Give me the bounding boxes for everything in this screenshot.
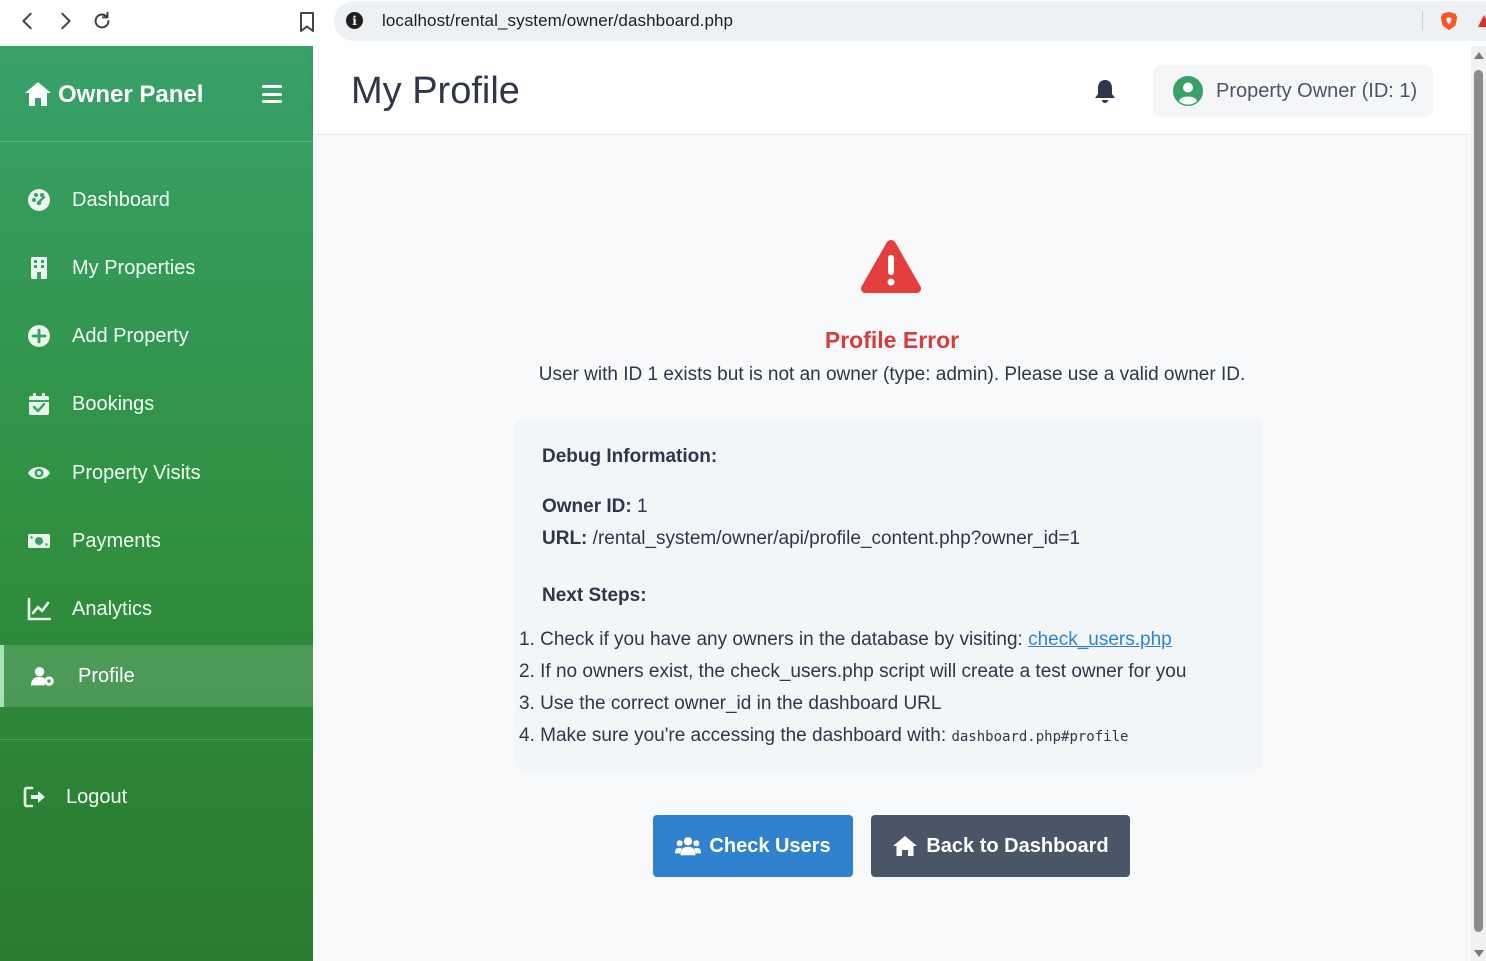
dashboard-code: dashboard.php#profile bbox=[951, 729, 1129, 745]
address-divider bbox=[1422, 11, 1423, 31]
menu-toggle-icon[interactable] bbox=[262, 85, 282, 103]
sidebar-item-label: My Properties bbox=[72, 256, 196, 279]
eye-icon bbox=[26, 461, 52, 485]
brave-shield-icon[interactable] bbox=[1438, 10, 1460, 32]
bell-icon[interactable] bbox=[1093, 78, 1117, 104]
sidebar-item-label: Analytics bbox=[72, 597, 153, 620]
sidebar-item-add-property[interactable]: Add Property bbox=[0, 305, 313, 367]
step-number: 4. bbox=[519, 725, 535, 746]
sidebar-item-profile[interactable]: Profile bbox=[0, 645, 313, 707]
sidebar-item-payments[interactable]: Payments bbox=[0, 510, 313, 572]
next-steps-heading: Next Steps: bbox=[542, 585, 647, 606]
check-users-label: Check Users bbox=[709, 834, 831, 857]
user-label: Property Owner (ID: 1) bbox=[1216, 80, 1418, 102]
error-title: Profile Error bbox=[824, 327, 960, 353]
sidebar-item-label: Dashboard bbox=[72, 188, 170, 211]
address-bar[interactable]: i localhost/rental_system/owner/dashboar… bbox=[334, 1, 1486, 41]
chevron-left-icon bbox=[22, 12, 32, 30]
sidebar-item-bookings[interactable]: Bookings bbox=[0, 373, 313, 435]
sidebar-item-label: Bookings bbox=[72, 392, 155, 415]
step-number: 3. bbox=[519, 693, 535, 714]
page-title: My Profile bbox=[351, 70, 520, 112]
back-to-dashboard-button[interactable]: Back to Dashboard bbox=[871, 815, 1130, 877]
home-icon bbox=[893, 836, 918, 856]
step-text: Check if you have any owners in the data… bbox=[540, 629, 1029, 650]
url-label: URL: bbox=[542, 528, 588, 549]
user-cog-icon bbox=[30, 664, 56, 688]
sidebar-divider bbox=[0, 739, 313, 740]
sign-out-icon bbox=[22, 785, 48, 809]
sidebar-item-label: Payments bbox=[72, 529, 161, 552]
url-text[interactable]: localhost/rental_system/owner/dashboard.… bbox=[382, 11, 733, 31]
check-users-button[interactable]: Check Users bbox=[653, 815, 853, 877]
back-to-dashboard-label: Back to Dashboard bbox=[926, 834, 1109, 857]
sidebar-item-dashboard[interactable]: Dashboard bbox=[0, 169, 313, 231]
check-users-link[interactable]: check_users.php bbox=[1028, 629, 1172, 650]
sidebar-item-label: Add Property bbox=[72, 324, 189, 347]
scroll-thumb[interactable] bbox=[1474, 70, 1483, 932]
sidebar-brand: Owner Panel bbox=[0, 46, 313, 142]
calendar-check-icon bbox=[26, 392, 52, 416]
building-icon bbox=[26, 256, 52, 280]
step-text: Make sure you're accessing the dashboard… bbox=[540, 725, 952, 746]
step-text: Use the correct owner_id in the dashboar… bbox=[540, 693, 942, 714]
chart-line-icon bbox=[26, 597, 52, 621]
palette-icon bbox=[26, 188, 52, 212]
sidebar-item-my-properties[interactable]: My Properties bbox=[0, 237, 313, 299]
debug-panel: Debug Information: Owner ID: 1 URL: /ren… bbox=[515, 420, 1263, 770]
user-menu[interactable]: Property Owner (ID: 1) bbox=[1153, 65, 1433, 117]
user-circle-icon bbox=[1173, 76, 1203, 106]
money-bill-icon bbox=[26, 529, 52, 553]
sidebar-item-label: Property Visits bbox=[72, 461, 201, 484]
url-value: /rental_system/owner/api/profile_content… bbox=[592, 528, 1081, 549]
scroll-up-icon[interactable] bbox=[1474, 52, 1484, 59]
sidebar-item-logout[interactable]: Logout bbox=[0, 766, 313, 828]
sidebar-item-label: Profile bbox=[78, 664, 135, 687]
owner-id-line: Owner ID: 1 bbox=[542, 496, 648, 518]
list-item: 3. Use the correct owner_id in the dashb… bbox=[519, 693, 941, 715]
reload-button[interactable] bbox=[89, 8, 115, 34]
url-line: URL: /rental_system/owner/api/profile_co… bbox=[542, 528, 1080, 550]
logout-label: Logout bbox=[66, 785, 128, 808]
list-item: 2. If no owners exist, the check_users.p… bbox=[519, 661, 1186, 683]
scrollbar[interactable] bbox=[1471, 46, 1486, 961]
users-icon bbox=[675, 837, 702, 856]
step-number: 2. bbox=[519, 661, 535, 682]
reload-icon bbox=[94, 11, 110, 29]
plus-circle-icon bbox=[26, 324, 52, 348]
back-button[interactable] bbox=[15, 8, 41, 34]
list-item: 1. Check if you have any owners in the d… bbox=[519, 629, 1172, 651]
browser-toolbar: i localhost/rental_system/owner/dashboar… bbox=[0, 0, 1486, 46]
scroll-down-icon[interactable] bbox=[1474, 950, 1484, 957]
main-content: Profile Error User with ID 1 exists but … bbox=[313, 135, 1471, 961]
error-message: User with ID 1 exists but is not an owne… bbox=[538, 364, 1246, 385]
chevron-right-icon bbox=[61, 12, 71, 30]
home-icon bbox=[25, 82, 51, 106]
info-icon[interactable]: i bbox=[346, 12, 363, 29]
top-header: My Profile Property Owner (ID: 1) bbox=[313, 46, 1471, 135]
sidebar-item-analytics[interactable]: Analytics bbox=[0, 578, 313, 640]
sidebar-item-property-visits[interactable]: Property Visits bbox=[0, 442, 313, 504]
debug-heading: Debug Information: bbox=[542, 446, 718, 467]
owner-id-value: 1 bbox=[637, 496, 648, 517]
rewards-icon[interactable] bbox=[1478, 15, 1486, 27]
brand-title: Owner Panel bbox=[58, 81, 204, 108]
forward-button[interactable] bbox=[52, 8, 78, 34]
warning-triangle-icon bbox=[860, 240, 922, 293]
bookmark-button[interactable] bbox=[294, 9, 320, 35]
step-number: 1. bbox=[519, 629, 535, 650]
sidebar: Owner Panel Dashboard My Properties Add … bbox=[0, 46, 313, 961]
step-text: If no owners exist, the check_users.php … bbox=[540, 661, 1187, 682]
list-item: 4. Make sure you're accessing the dashbo… bbox=[519, 725, 1128, 747]
bookmark-icon bbox=[300, 12, 314, 32]
owner-id-label: Owner ID: bbox=[542, 496, 632, 517]
